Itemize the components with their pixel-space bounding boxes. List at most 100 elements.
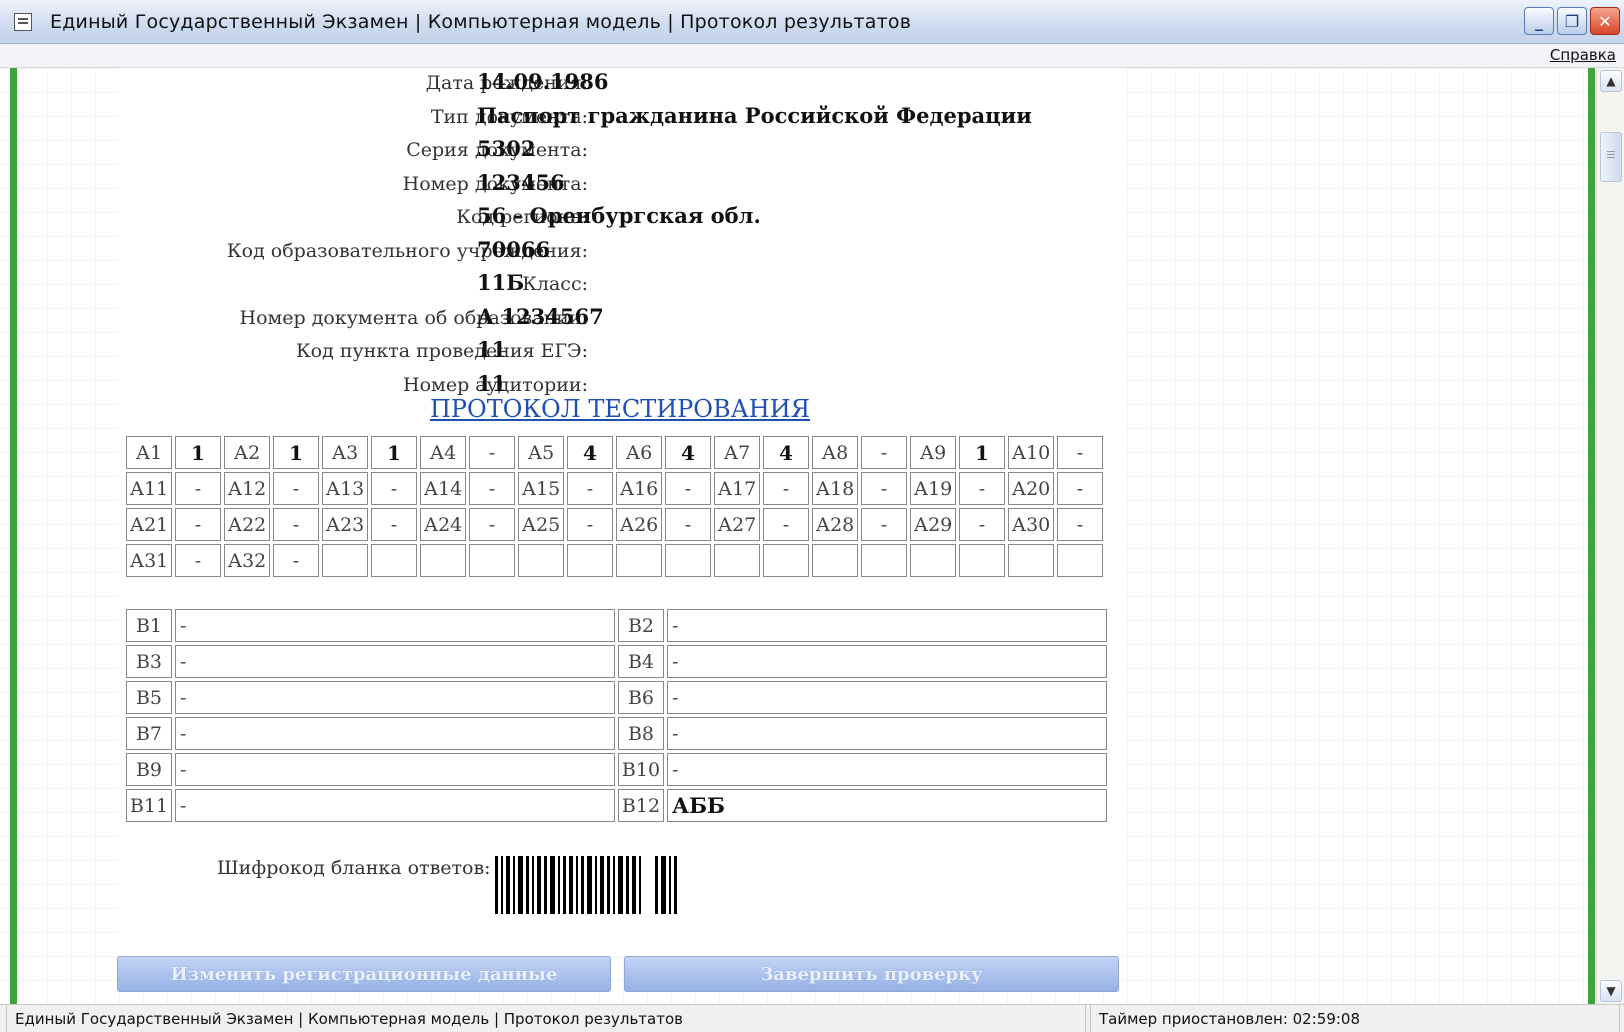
task-answer: - [959, 472, 1005, 505]
task-label: А28 [812, 508, 858, 541]
info-row: Номер документа: 123456 [117, 169, 1123, 201]
barcode-bar [607, 856, 610, 914]
info-value: 5302 [477, 136, 536, 161]
task-answer: - [273, 508, 319, 541]
edit-registration-button[interactable]: Изменить регистрационные данные [117, 956, 611, 992]
task-label: В9 [126, 753, 172, 786]
task-answer: - [763, 472, 809, 505]
info-row: Код пункта проведения ЕГЭ: 11 [117, 336, 1123, 368]
task-label: А1 [126, 436, 172, 469]
task-answer: - [667, 717, 1107, 750]
info-row: Код образовательного учреждения: 70066 [117, 236, 1123, 268]
scroll-down-icon[interactable]: ▼ [1600, 980, 1622, 1002]
barcode-bar [569, 856, 573, 914]
task-answer [763, 544, 809, 577]
barcode-bar [563, 856, 566, 914]
task-label: А21 [126, 508, 172, 541]
task-answer: 1 [175, 436, 221, 469]
task-label: А24 [420, 508, 466, 541]
barcode-bar [632, 856, 636, 914]
task-label: В10 [618, 753, 664, 786]
task-label: А2 [224, 436, 270, 469]
task-answer: - [667, 609, 1107, 642]
results-panel: Дата рождения: 14.09.1986 Тип документа: Па… [117, 68, 1123, 956]
task-answer: - [665, 508, 711, 541]
task-label: В6 [618, 681, 664, 714]
task-answer: - [665, 472, 711, 505]
task-answer: - [175, 472, 221, 505]
task-label: А17 [714, 472, 760, 505]
info-value: 14.09.1986 [477, 69, 609, 94]
task-answer: 1 [273, 436, 319, 469]
task-label: А27 [714, 508, 760, 541]
task-answer: - [175, 645, 615, 678]
task-label: В7 [126, 717, 172, 750]
task-answer: - [175, 508, 221, 541]
barcode-bar [495, 856, 498, 914]
info-value: А 1234567 [477, 303, 604, 329]
task-label: А8 [812, 436, 858, 469]
task-answer: - [273, 544, 319, 577]
task-label [812, 544, 858, 577]
task-label: А11 [126, 472, 172, 505]
minimize-icon[interactable]: _ [1524, 7, 1554, 35]
task-answer: - [1057, 436, 1103, 469]
task-answer: АББ [667, 789, 1107, 822]
task-label [910, 544, 956, 577]
task-answer: - [959, 508, 1005, 541]
finish-check-button[interactable]: Завершить проверку [624, 956, 1119, 992]
task-label [420, 544, 466, 577]
b-table-row: В3- В4- [126, 645, 1107, 678]
task-label: А23 [322, 508, 368, 541]
window-controls: _ ❐ ✕ [1524, 7, 1620, 35]
task-label: А3 [322, 436, 368, 469]
barcode-bar [613, 856, 615, 914]
a-table-row: А31- А32- [126, 544, 1103, 577]
close-icon[interactable]: ✕ [1590, 7, 1620, 35]
status-text: Единый Государственный Экзамен | Компьют… [6, 1005, 1086, 1032]
scroll-thumb[interactable] [1600, 132, 1622, 182]
task-answer [665, 544, 711, 577]
task-label: В12 [618, 789, 664, 822]
task-label: А13 [322, 472, 368, 505]
info-label: Класс: [522, 273, 588, 295]
a-answers-table: А1 1 А2 1 А3 1 А4- А5 4 А6 4 А7 4 А8- А9 1 А10- А11- А12- А… [123, 433, 1106, 580]
barcode-bar [595, 856, 597, 914]
barcode-bar [513, 856, 515, 914]
task-label: В3 [126, 645, 172, 678]
barcode-bar [618, 856, 623, 914]
a-table-row: А11- А12- А13- А14- А15- А16- А17- А18- А19- А20- [126, 472, 1103, 505]
task-label [714, 544, 760, 577]
b-table-row: В5- В6- [126, 681, 1107, 714]
b-table-row: В1- В2- [126, 609, 1107, 642]
info-row: Номер документа об образовании: А 1234567 [117, 303, 1123, 335]
task-answer: - [763, 508, 809, 541]
menu-help[interactable]: Справка [1550, 46, 1616, 64]
task-label: А5 [518, 436, 564, 469]
task-answer: - [273, 472, 319, 505]
barcode-bar [626, 856, 629, 914]
task-label: В8 [618, 717, 664, 750]
barcode-bar [526, 856, 529, 914]
task-answer: - [667, 681, 1107, 714]
restore-icon[interactable]: ❐ [1557, 7, 1587, 35]
info-label: Код пункта проведения ЕГЭ: [295, 340, 588, 362]
task-label: А25 [518, 508, 564, 541]
task-answer: 1 [959, 436, 1005, 469]
info-value: 123456 [477, 169, 565, 195]
b-table-row: В7- В8- [126, 717, 1107, 750]
task-label: А20 [1008, 472, 1054, 505]
scroll-up-icon[interactable]: ▲ [1600, 70, 1622, 92]
task-answer: - [1057, 472, 1103, 505]
task-answer: - [175, 681, 615, 714]
vertical-scrollbar[interactable]: ▲ ▼ [1596, 68, 1624, 1004]
task-answer: - [175, 609, 615, 642]
task-label: А7 [714, 436, 760, 469]
task-label: В11 [126, 789, 172, 822]
task-answer: - [469, 436, 515, 469]
task-label: А26 [616, 508, 662, 541]
protocol-title: ПРОТОКОЛ ТЕСТИРОВАНИЯ [429, 395, 811, 423]
window-title: Единый Государственный Экзамен | Компьют… [50, 10, 912, 33]
menu-bar: Справка [0, 44, 1624, 68]
task-label: А6 [616, 436, 662, 469]
